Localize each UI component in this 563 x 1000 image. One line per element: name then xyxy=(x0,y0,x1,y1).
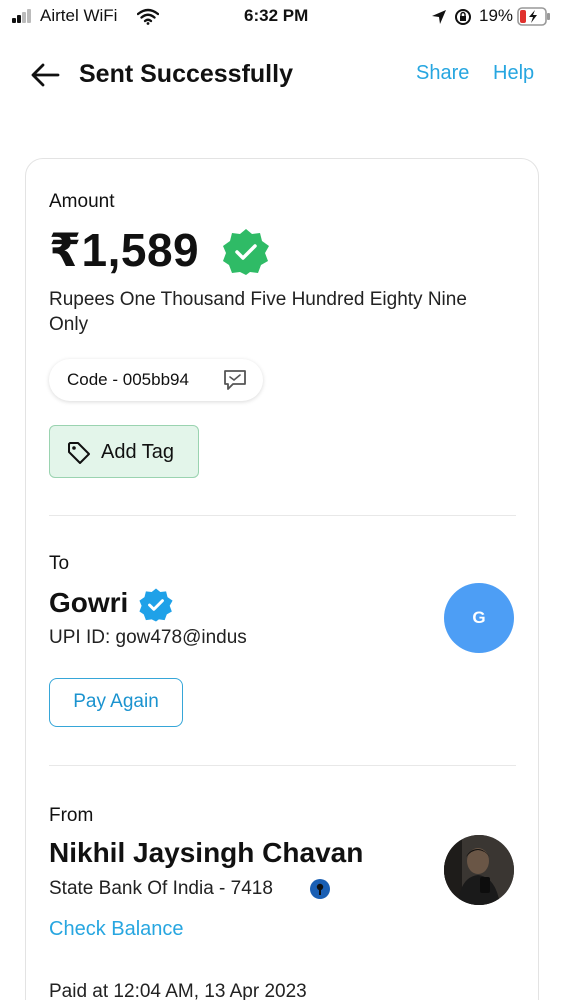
amount-in-words: Rupees One Thousand Five Hundred Eighty … xyxy=(49,289,467,335)
from-label: From xyxy=(49,805,94,826)
pay-again-button[interactable]: Pay Again xyxy=(49,678,183,727)
carrier-name: Airtel WiFi xyxy=(40,6,118,25)
status-time: 6:32 PM xyxy=(244,6,309,25)
recipient-name: Gowri xyxy=(49,587,129,618)
paid-at-timestamp: Paid at 12:04 AM, 13 Apr 2023 xyxy=(49,981,307,1000)
recipient-upi-id: UPI ID: gow478@indus xyxy=(49,627,247,648)
rotation-lock-icon xyxy=(455,9,471,25)
amount-value: ₹1,589 xyxy=(49,224,200,276)
check-balance-button[interactable]: Check Balance xyxy=(49,918,184,941)
profile-photo-icon xyxy=(444,835,514,905)
tag-icon xyxy=(68,442,90,464)
verified-badge-icon xyxy=(223,229,269,275)
battery-icon xyxy=(517,7,550,26)
divider xyxy=(49,515,516,516)
amount-label: Amount xyxy=(49,191,115,212)
sender-name: Nikhil Jaysingh Chavan xyxy=(49,837,364,868)
back-arrow-icon[interactable] xyxy=(30,62,60,88)
add-tag-button[interactable]: Add Tag xyxy=(49,425,199,478)
sender-avatar xyxy=(444,835,514,905)
page-title: Sent Successfully xyxy=(79,60,293,88)
transaction-code-chip[interactable]: Code - 005bb94 xyxy=(49,359,263,401)
divider xyxy=(49,765,516,766)
location-arrow-icon xyxy=(432,10,446,24)
sender-bank-account: State Bank Of India - 7418 xyxy=(49,878,273,899)
battery-percentage: 19% xyxy=(479,6,514,25)
transaction-code: Code - 005bb94 xyxy=(67,370,189,389)
info-icon[interactable] xyxy=(309,878,331,900)
add-tag-label: Add Tag xyxy=(101,441,175,463)
wifi-icon xyxy=(137,8,159,25)
share-button[interactable]: Share xyxy=(416,62,469,85)
comment-icon[interactable] xyxy=(223,369,247,391)
status-bar: Airtel WiFi 6:32 PM 19% xyxy=(0,0,563,32)
help-button[interactable]: Help xyxy=(493,62,534,85)
verified-badge-icon xyxy=(139,588,173,622)
to-label: To xyxy=(49,553,70,574)
transaction-card: Amount ₹1,589 Rupees One Thousand Five H… xyxy=(25,158,539,1000)
cellular-signal-icon xyxy=(12,9,34,23)
recipient-avatar: G xyxy=(444,583,514,653)
